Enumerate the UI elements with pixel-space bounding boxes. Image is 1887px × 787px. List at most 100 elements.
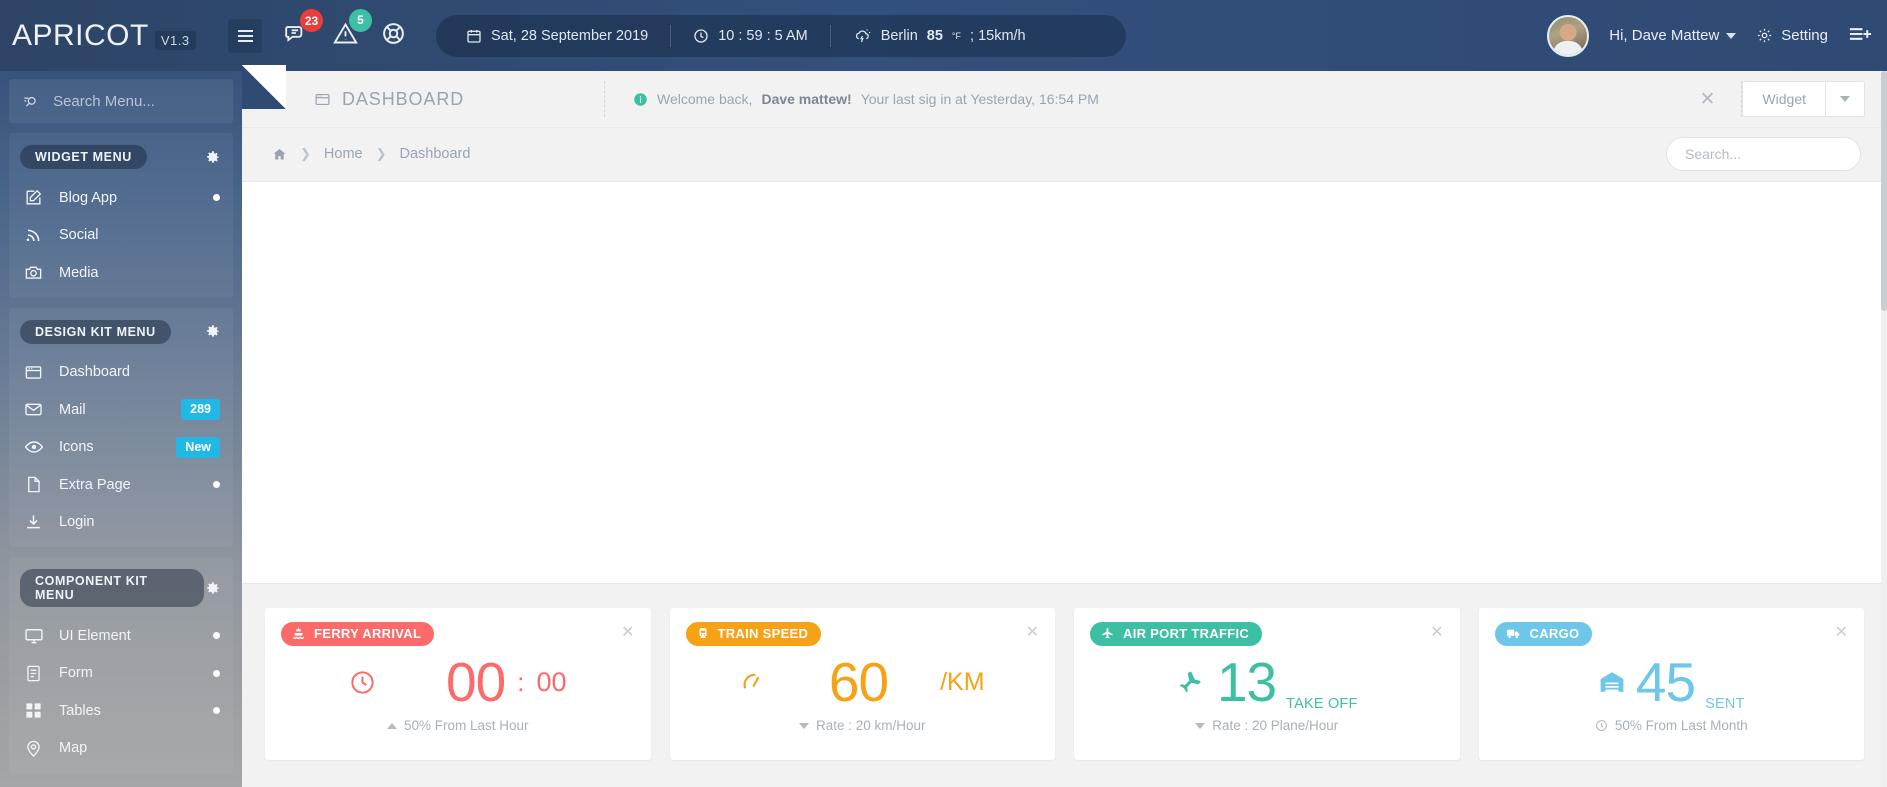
widget-button-group: Widget [1742,81,1865,117]
sidebar-item-form[interactable]: Form [9,655,233,693]
gear-icon [207,150,219,163]
camera-icon [23,263,44,282]
card-value-area: 13 TAKE OFF [1090,646,1444,718]
brand-version: V1.3 [154,30,196,50]
sidebar-item-mail[interactable]: Mail 289 [9,391,233,429]
home-icon[interactable] [272,147,287,162]
card-footer: 50% From Last Month [1495,718,1849,733]
brand-logo[interactable]: APRICOT V1.3 [0,19,242,53]
user-greeting: Hi, Dave Mattew [1609,27,1720,44]
alert-close-button[interactable]: ✕ [1674,71,1742,127]
card-unit: SENT [1705,696,1745,712]
stat-card-ferry-arrival: FERRY ARRIVAL ✕ 00 : 00 50% From Last Ho… [265,608,651,760]
status-info-pill: Sat, 28 September 2019 10 : 59 : 5 AM Be… [436,14,1126,57]
scrollbar-thumb[interactable] [1881,71,1887,311]
card-close-button[interactable]: ✕ [1835,622,1848,642]
card-separator: : [517,666,525,697]
navbar-icon-group: 23 5 [228,8,406,53]
sidebar-item-blog-app[interactable]: Blog App [9,179,233,217]
submenu-dot [213,632,220,640]
date-text: Sat, 28 September 2019 [491,27,649,44]
corner-fold-decoration [242,65,286,109]
sidebar-item-login[interactable]: Login [9,504,233,542]
trend-down-icon [1195,722,1206,729]
weather-temp: 85 [926,27,943,44]
card-close-button[interactable]: ✕ [1026,622,1039,642]
clock-icon [694,28,708,43]
eye-icon [23,437,44,457]
gear-icon [1758,28,1772,43]
sidebar-item-extra-page[interactable]: Extra Page [9,466,233,504]
monitor-icon [23,626,44,646]
sidebar-badge-icons: New [176,436,220,458]
widget-dropdown-button[interactable] [1826,81,1865,117]
breadcrumb-home[interactable]: Home [324,146,363,162]
right-panel-toggle[interactable] [1848,24,1873,48]
group-settings-gear[interactable] [204,149,221,166]
widget-control: Widget [1742,71,1887,127]
sidebar-group-widget: WIDGET MENU Blog App Social Media [9,133,233,298]
breadcrumb-dashboard[interactable]: Dashboard [400,146,471,162]
alerts-button[interactable]: 5 [332,8,372,52]
chevron-right-icon: ❯ [300,146,311,161]
stat-card-airport-traffic: AIR PORT TRAFFIC ✕ 13 TAKE OFF Rate : 20… [1074,608,1460,760]
sidebar-label: Extra Page [59,476,131,493]
content-search-input[interactable] [1685,146,1842,162]
breadcrumb-bar: ❯ Home ❯ Dashboard [242,127,1887,182]
card-footer: Rate : 20 Plane/Hour [1090,718,1444,733]
welcome-prefix: Welcome back, [657,91,753,107]
card-value: 45 [1635,650,1696,713]
grid-icon [23,701,44,720]
sidebar-item-media[interactable]: Media [9,254,233,292]
sidebar-label: UI Element [59,627,131,644]
sidebar-badge-mail: 289 [181,399,220,421]
sidebar-item-icons[interactable]: Icons New [9,429,233,467]
train-icon [699,628,706,638]
alerts-badge: 5 [349,8,372,32]
sidebar-label: Blog App [59,189,118,206]
card-unit: TAKE OFF [1286,696,1358,712]
card-unit: /KM [940,667,985,696]
card-close-button[interactable]: ✕ [621,622,634,642]
list-plus-icon [1849,27,1872,40]
card-close-button[interactable]: ✕ [1430,622,1443,642]
chevron-down-icon [1726,32,1737,39]
group-settings-gear[interactable] [204,580,221,597]
weather-display: Berlin 85 °F ; 15km/h [831,27,1048,45]
info-icon [634,92,647,106]
content-search[interactable] [1666,137,1861,171]
sidebar-toggle-button[interactable] [228,18,262,53]
sidebar-label: Form [59,665,93,682]
search-menu-input[interactable] [53,92,219,110]
speedometer-icon [743,673,760,689]
clock-icon [1595,720,1607,731]
sidebar-item-social[interactable]: Social [9,217,233,255]
widget-button[interactable]: Widget [1742,81,1826,117]
group-settings-gear[interactable] [204,323,221,340]
page-header-bar: DASHBOARD Welcome back, Dave mattew! You… [242,65,1887,127]
sidebar-item-ui-element[interactable]: UI Element [9,617,233,655]
sidebar-item-tables[interactable]: Tables [9,692,233,730]
stat-card-cargo: CARGO ✕ 45 SENT 50% From Last Month [1478,608,1864,760]
chevron-down-icon [1840,96,1850,102]
ferry-icon [293,628,304,640]
weather-storm-icon [855,28,870,42]
user-menu-button[interactable]: Hi, Dave Mattew [1609,27,1737,44]
setting-button[interactable]: Setting [1756,27,1828,44]
card-footer: 50% From Last Hour [281,718,635,733]
card-tag-label: TRAIN SPEED [717,626,809,641]
page-scrollbar[interactable] [1881,71,1887,787]
sidebar-item-map[interactable]: Map [9,730,233,768]
messages-button[interactable]: 23 [284,9,323,51]
map-pin-icon [23,739,44,758]
sidebar-item-dashboard[interactable]: Dashboard [9,354,233,392]
card-tag-train: TRAIN SPEED [685,622,822,646]
topbar-right-group: Hi, Dave Mattew Setting [1547,14,1887,57]
card-tag-label: CARGO [1529,626,1580,641]
sidebar-search[interactable] [9,79,233,123]
sidebar-label: Mail [59,401,86,418]
card-value: 00 [446,650,506,713]
support-button[interactable] [381,21,406,51]
card-tag-label: AIR PORT TRAFFIC [1123,626,1250,641]
user-avatar[interactable] [1547,14,1590,57]
